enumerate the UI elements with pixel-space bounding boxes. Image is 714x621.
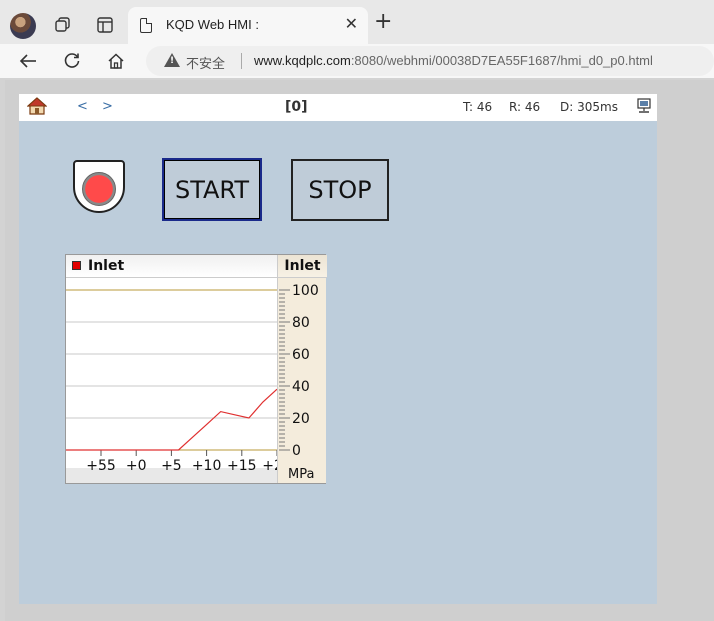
- url-host: www.kqdplc.com: [254, 53, 351, 68]
- tab-title: KQD Web HMI :: [166, 17, 259, 32]
- start-button[interactable]: START: [162, 158, 262, 221]
- tab-kqd-web-hmi[interactable]: KQD Web HMI : ✕: [128, 7, 368, 44]
- y-tick-label: 100: [292, 283, 319, 299]
- home-icon[interactable]: [26, 97, 48, 115]
- x-tick-label: +15: [227, 458, 257, 474]
- legend-label: Inlet: [88, 258, 125, 274]
- r-stat: R: 46: [509, 100, 541, 114]
- y-axis-panel: Inlet 100 80 60 40 20 0 MPa: [277, 255, 327, 483]
- url-input[interactable]: 不安全 www.kqdplc.com:8080/webhmi/00038D7EA…: [146, 46, 714, 76]
- y-unit-label: MPa: [288, 467, 314, 482]
- legend-swatch: [72, 261, 81, 270]
- x-tick-label: +55: [86, 458, 116, 474]
- back-arrow-icon[interactable]: [16, 50, 40, 72]
- y-tick-label: 80: [292, 315, 310, 331]
- prev-screen-button[interactable]: <: [77, 99, 88, 114]
- home-browser-icon[interactable]: [104, 50, 128, 72]
- screen-id: [0]: [285, 99, 308, 115]
- hmi-toolbar: < > [0] T: 46 R: 46 D: 305ms: [19, 94, 657, 121]
- new-tab-icon[interactable]: +: [374, 11, 392, 33]
- d-stat: D: 305ms: [560, 100, 618, 114]
- chart-legend: Inlet: [66, 255, 277, 278]
- warning-icon: [164, 53, 180, 67]
- page-favicon-icon: [140, 18, 152, 33]
- tab-actions-icon[interactable]: [94, 14, 116, 36]
- profile-avatar[interactable]: [10, 13, 36, 39]
- status-lamp: [73, 160, 125, 213]
- workspaces-icon[interactable]: [52, 14, 74, 36]
- series-line-inlet: [66, 388, 278, 451]
- browser-tab-bar: KQD Web HMI : ✕ +: [0, 0, 714, 44]
- y-tick-label: 40: [292, 379, 310, 395]
- close-icon[interactable]: ✕: [345, 14, 358, 33]
- security-label: 不安全: [186, 57, 226, 72]
- y-tick-label: 60: [292, 347, 310, 363]
- y-axis: 100 80 60 40 20 0 MPa: [279, 283, 319, 482]
- x-tick-label: +5: [161, 458, 182, 474]
- x-tick-label: +0: [126, 458, 147, 474]
- network-status-icon: [636, 98, 652, 114]
- url-path: :8080/webhmi/00038D7EA55F1687/hmi_d0_p0.…: [350, 53, 653, 68]
- refresh-icon[interactable]: [60, 50, 84, 72]
- stop-button[interactable]: STOP: [291, 159, 389, 221]
- y-tick-label: 20: [292, 411, 310, 427]
- url-text: www.kqdplc.com:8080/webhmi/00038D7EA55F1…: [254, 53, 653, 68]
- inlet-trend-chart: +55+0+5+10+15+20 Inlet Inlet 10080604020…: [65, 254, 327, 484]
- next-screen-button[interactable]: >: [102, 99, 113, 114]
- lamp-indicator: [82, 172, 116, 206]
- y-tick-label: 0: [292, 443, 301, 459]
- address-bar-row: 不安全 www.kqdplc.com:8080/webhmi/00038D7EA…: [0, 44, 714, 78]
- x-tick-label: +10: [192, 458, 222, 474]
- t-stat: T: 46: [463, 100, 493, 114]
